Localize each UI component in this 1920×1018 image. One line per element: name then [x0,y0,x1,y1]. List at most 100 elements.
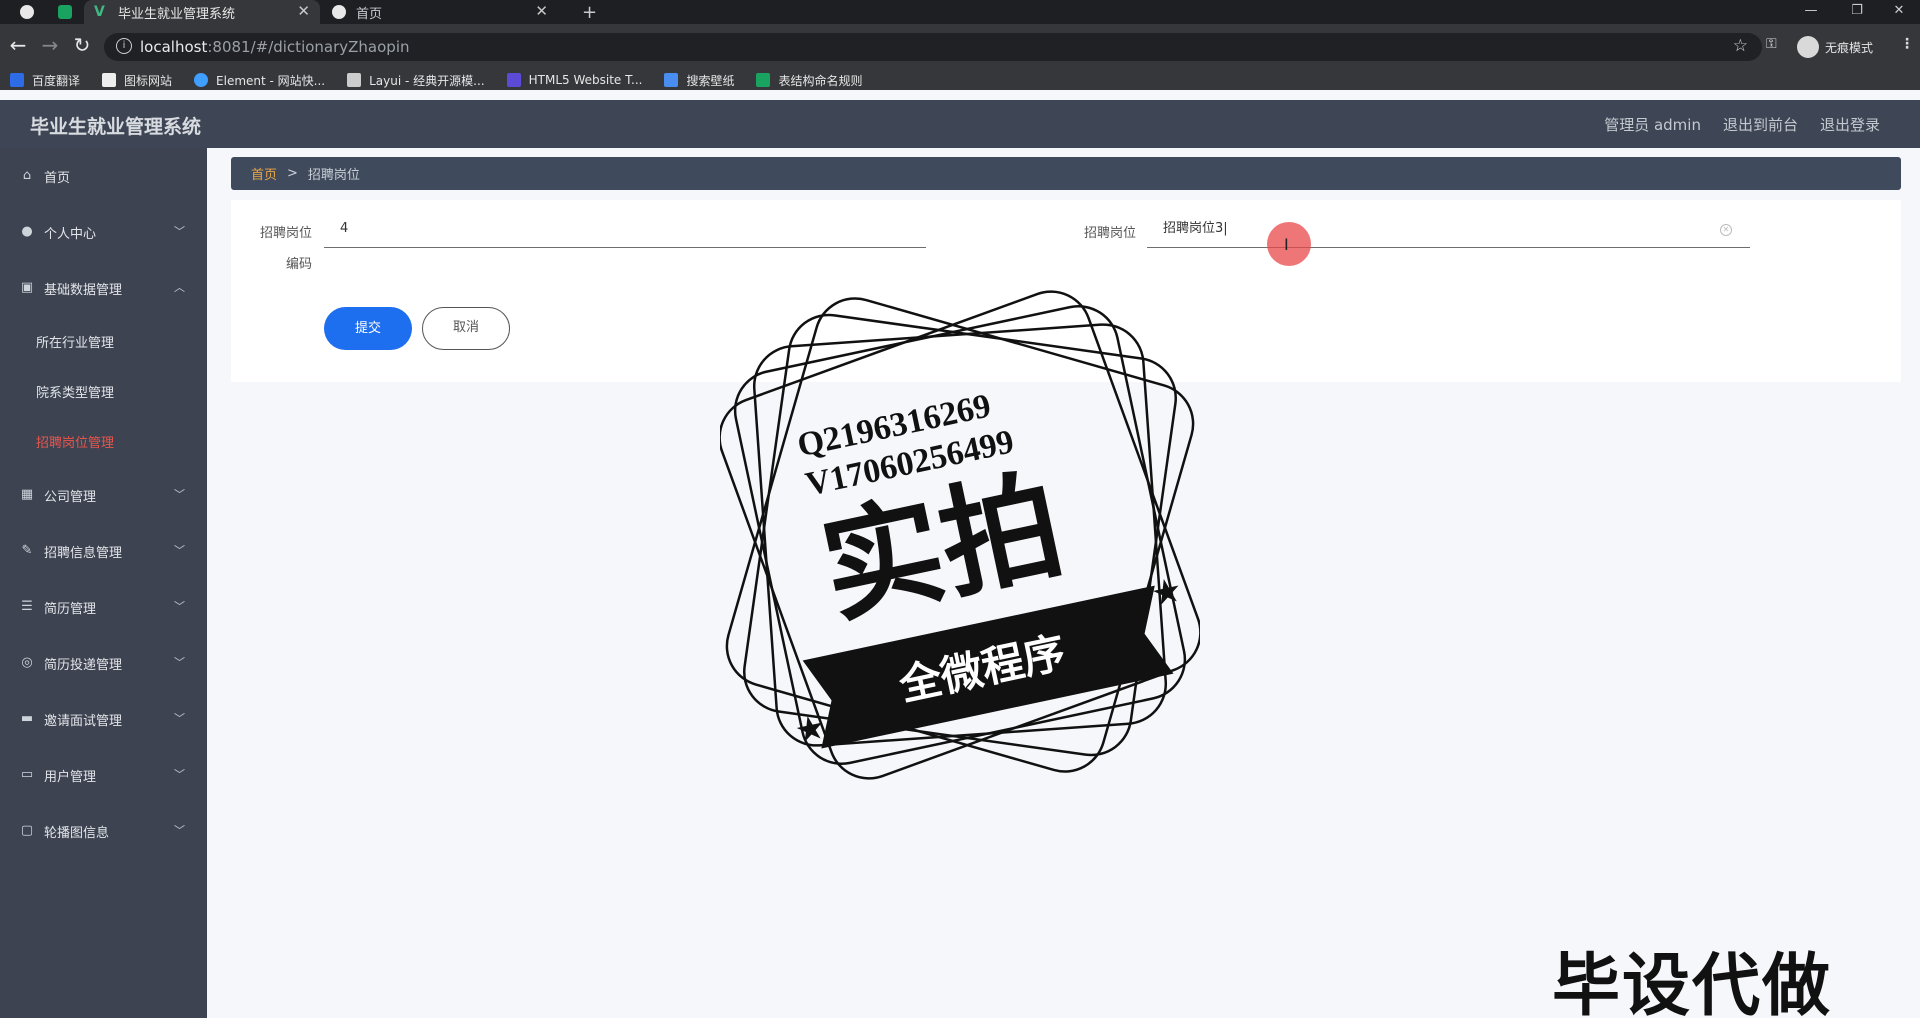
logout-link[interactable]: 退出登录 [1820,114,1880,135]
clear-icon[interactable]: ✕ [1720,224,1732,236]
tab-title: 毕业生就业管理系统 [118,6,236,22]
app-header: 毕业生就业管理系统 管理员 admin 退出到前台 退出登录 [0,100,1920,148]
address-bar-row: ← → ↻ i localhost:8081/#/dictionaryZhaop… [0,24,1920,70]
cancel-button[interactable]: 取消 [422,307,510,350]
bookmark-item[interactable]: 搜索壁纸 [664,72,734,89]
globe-icon [332,5,346,19]
bookmark-item[interactable]: HTML5 Website T... [506,73,642,87]
tab-pinned-2[interactable] [48,0,82,24]
chevron-down-icon: ﹀ [174,824,185,837]
sidebar-item-home[interactable]: ⌂ 首页 [0,156,207,196]
position-code-input[interactable]: 4 [324,214,926,248]
breadcrumb-separator: > [287,166,298,181]
vue-icon: V [94,4,105,20]
html5-icon [506,73,521,87]
bookmark-item[interactable]: Element - 网站快... [194,72,325,89]
back-button[interactable]: ← [6,34,30,58]
exit-to-front-link[interactable]: 退出到前台 [1723,114,1798,135]
forward-button[interactable]: → [38,34,62,58]
sidebar-subitem-industry[interactable]: 所在行业管理 [36,332,114,351]
tab-title: 首页 [356,6,383,22]
bookmark-item[interactable]: 图标网站 [102,72,172,89]
url-input[interactable]: i localhost:8081/#/dictionaryZhaopin ☆ [104,33,1762,61]
corner-watermark: 毕设代做 [1552,947,1833,1018]
incognito-label: 无痕模式 [1825,40,1874,55]
tab-pinned-1[interactable] [10,0,44,24]
chevron-up-icon: ︿ [174,281,185,294]
breadcrumb: 首页 > 招聘岗位 [231,157,1901,190]
translate-icon [10,73,24,87]
field-position-code-label: 招聘岗位 编码 [259,226,312,272]
list-icon: ☰ [21,599,33,614]
chevron-down-icon: ﹀ [174,225,185,238]
reload-button[interactable]: ↻ [70,34,94,58]
browser-tab-strip: V 毕业生就业管理系统 ✕ 首页 ✕ + — ❐ ✕ [0,0,1920,24]
restore-button[interactable]: ❐ [1836,0,1878,24]
chevron-down-icon: ﹀ [174,712,185,725]
element-icon [194,73,209,87]
sidebar-item-users[interactable]: ▭ 用户管理 ﹀ [0,755,207,795]
watermark-stamp: Q2196316269 V17060256499 实拍 全微程序 ★ ★ [720,290,1200,780]
sheet-icon [756,73,771,87]
click-indicator [1267,222,1311,266]
sidebar-item-resume[interactable]: ☰ 简历管理 ﹀ [0,587,207,627]
text-cursor-icon: I [1284,235,1289,254]
bookmark-item[interactable]: 百度翻译 [10,72,80,89]
chevron-down-icon: ﹀ [174,488,185,501]
wallpaper-icon [664,73,679,87]
close-window-button[interactable]: ✕ [1878,0,1920,24]
incognito-icon [1797,36,1819,58]
chevron-down-icon: ﹀ [174,656,185,669]
message-icon: ▬ [20,711,34,726]
current-user: 管理员 admin [1604,116,1701,134]
flag-icon [102,73,117,87]
sheet-icon [58,5,72,19]
bookmarks-bar: 百度翻译 图标网站 Element - 网站快... Layui - 经典开源模… [0,70,1920,90]
bookmark-item[interactable]: 表结构命名规则 [756,72,862,89]
app-title: 毕业生就业管理系统 [30,116,202,138]
home-icon: ⌂ [22,168,32,183]
bookmark-star-icon[interactable]: ☆ [1733,36,1748,56]
field-position-name-label: 招聘岗位 [1083,226,1136,241]
close-tab-icon[interactable]: ✕ [297,2,310,20]
info-icon[interactable]: i [116,38,132,54]
layui-icon [347,73,362,87]
sidebar-subitem-position[interactable]: 招聘岗位管理 [36,432,114,451]
sidebar-item-resume-delivery[interactable]: ◎ 简历投递管理 ﹀ [0,643,207,683]
tab-home[interactable]: 首页 ✕ [322,0,558,24]
sidebar-subitem-department[interactable]: 院系类型管理 [36,382,114,401]
star-icon: ★ [791,707,829,752]
star-icon: ★ [1148,570,1186,615]
tab-active[interactable]: V 毕业生就业管理系统 ✕ [84,0,320,24]
sidebar-item-recruitment[interactable]: ✎ 招聘信息管理 ﹀ [0,531,207,571]
sidebar-item-profile[interactable]: ● 个人中心 ﹀ [0,212,207,252]
chevron-down-icon: ﹀ [174,768,185,781]
bookmark-item[interactable]: Layui - 经典开源模... [347,72,485,89]
globe-icon: ◎ [21,655,33,670]
submit-button[interactable]: 提交 [324,307,412,350]
sidebar-item-company[interactable]: ▦ 公司管理 ﹀ [0,475,207,515]
close-tab-icon[interactable]: ✕ [535,2,548,20]
user-icon: ● [21,224,33,239]
position-name-value: 招聘岗位3 [1163,221,1224,236]
chevron-down-icon: ﹀ [174,600,185,613]
pen-icon: ✎ [21,543,33,558]
incognito-indicator[interactable]: 无痕模式 [1797,36,1873,58]
breadcrumb-home[interactable]: 首页 [251,164,277,183]
url-text: localhost:8081/#/dictionaryZhaopin [140,38,410,56]
globe-icon [20,5,34,19]
minimize-button[interactable]: — [1790,0,1832,24]
position-name-input[interactable]: 招聘岗位3| ✕ [1147,214,1750,248]
clipboard-icon: ▣ [20,280,34,295]
sidebar-item-basic-data[interactable]: ▣ 基础数据管理 ︿ [0,268,207,308]
sidebar: ⌂ 首页 ● 个人中心 ﹀ ▣ 基础数据管理 ︿ 所在行业管理 院系类型管理 招聘岗位… [0,148,207,1018]
sidebar-item-interview[interactable]: ▬ 邀请面试管理 ﹀ [0,699,207,739]
grid-icon: ▦ [20,487,34,502]
breadcrumb-current: 招聘岗位 [307,168,360,183]
new-tab-button[interactable]: + [572,0,597,24]
chevron-down-icon: ﹀ [174,544,185,557]
monitor-icon: ▭ [20,767,34,782]
sidebar-item-carousel[interactable]: ▢ 轮播图信息 ﹀ [0,811,207,851]
menu-kebab-icon[interactable]: ⋮ [1900,36,1914,52]
key-icon[interactable]: ⚿ [1766,36,1777,52]
